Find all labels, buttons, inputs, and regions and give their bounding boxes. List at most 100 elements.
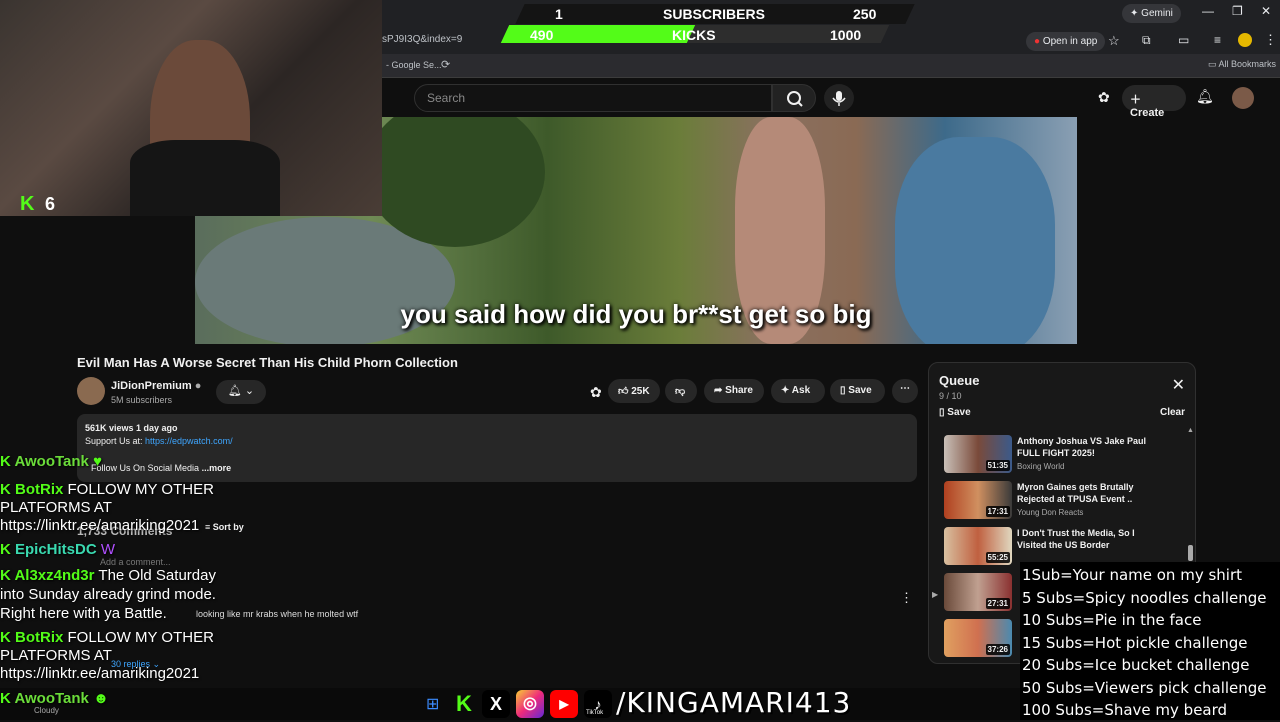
kick-logo-icon: K	[20, 193, 35, 215]
verified-icon: ●	[191, 380, 202, 392]
share-button[interactable]: ➦ Share	[704, 379, 764, 403]
gaming-icon-2[interactable]: ✿	[590, 384, 602, 401]
instagram-icon: ◎	[516, 690, 544, 718]
comment-menu-icon[interactable]: ⋮	[900, 590, 913, 606]
tiktok-label: TikTok	[586, 710, 604, 716]
chat-message-cont: Right here with ya Battle.	[0, 605, 167, 622]
queue-thumbnail: 37:26	[944, 619, 1012, 657]
support-link[interactable]: https://edpwatch.com/	[145, 436, 233, 446]
sub-goal-item: 50 Subs=Viewers pick challenge	[1022, 678, 1267, 697]
plus-icon: ＋	[1130, 94, 1141, 106]
kick-badge-icon: K	[0, 629, 15, 646]
account-avatar[interactable]	[1232, 87, 1254, 109]
sub-goals-list: 1Sub=Your name on my shirt 5 Subs=Spicy …	[1020, 562, 1280, 720]
streamer-shirt	[130, 140, 280, 216]
viewer-count: 6	[45, 194, 56, 214]
chat-message-cont: https://linktr.ee/amariking2021	[0, 517, 200, 534]
kick-badge-icon: K	[0, 690, 15, 707]
maximize-button[interactable]: ❐	[1232, 4, 1243, 18]
chat-message-cont: into Sunday already grind mode.	[0, 586, 216, 603]
kicks-current: 490	[530, 27, 554, 43]
bookmark-star-icon[interactable]: ☆	[1108, 33, 1120, 49]
close-window-button[interactable]: ✕	[1261, 4, 1271, 18]
subscribed-notifications-button[interactable]: 🔔︎ ⌄	[216, 380, 266, 404]
subs-current: 1	[555, 6, 563, 22]
windows-start-icon[interactable]: ⊞	[426, 694, 439, 714]
sparkle-icon: ✦	[781, 385, 792, 396]
profile-avatar[interactable]	[1238, 33, 1252, 47]
media-icon[interactable]: ≡	[1214, 33, 1221, 47]
mic-icon	[832, 91, 846, 106]
dislike-button[interactable]: 👎︎	[665, 379, 697, 403]
ask-button[interactable]: ✦ Ask	[771, 379, 825, 403]
thumbs-down-icon: 👎︎	[675, 386, 686, 397]
support-line: Support Us at: https://edpwatch.com/	[85, 436, 233, 446]
sort-comments-button[interactable]: ≡ Sort by	[205, 522, 244, 532]
channel-subscriber-count: 5M subscribers	[111, 395, 173, 405]
sub-goal-item: 100 Subs=Shave my beard	[1022, 701, 1228, 719]
queue-scrollbar[interactable]	[1188, 545, 1193, 561]
queue-item[interactable]: 17:31 Myron Gaines gets Brutally Rejecte…	[944, 481, 1184, 525]
kicks-label: KICKS	[672, 27, 716, 43]
kick-badge-icon: K	[0, 567, 15, 584]
close-icon[interactable]: ✕	[1172, 375, 1185, 395]
more-actions-button[interactable]: ⋯	[892, 379, 918, 403]
like-button[interactable]: 👍︎ 25K	[608, 379, 660, 403]
youtube-icon: ●	[1034, 36, 1043, 47]
emote-icon: W	[100, 541, 116, 558]
queue-thumbnail: 27:31	[944, 573, 1012, 611]
create-button[interactable]: ＋ Create	[1122, 85, 1186, 119]
sub-goal-item: 1Sub=Your name on my shirt	[1022, 566, 1243, 584]
bookmark-item[interactable]: - Google Se...	[386, 60, 442, 70]
search-input[interactable]: Search	[414, 84, 772, 112]
thumbs-up-icon: 👍︎	[618, 386, 632, 397]
now-playing-icon: ▶	[932, 590, 939, 599]
minimize-button[interactable]: —	[1202, 4, 1214, 18]
gemini-icon: ✦	[1130, 8, 1142, 19]
chat-message-cont: PLATFORMS AT	[0, 647, 112, 664]
notifications-bell-icon[interactable]: 🔔︎	[1196, 88, 1214, 105]
sub-goal-item: 10 Subs=Pie in the face	[1022, 611, 1202, 629]
share-icon: ➦	[714, 385, 726, 396]
chat-message-cont: PLATFORMS AT	[0, 499, 112, 516]
comment-text: looking like mr krabs when he molted wtf	[196, 609, 359, 619]
video-description[interactable]: 561K views 1 day ago Support Us at: http…	[77, 414, 917, 482]
view-stats: 561K views 1 day ago	[85, 423, 178, 433]
youtube-icon: ▶	[550, 690, 578, 718]
queue-position: 9 / 10	[939, 391, 962, 401]
gemini-button[interactable]: ✦ Gemini	[1122, 4, 1181, 23]
show-more-link[interactable]: ...more	[202, 463, 232, 473]
extensions-icon[interactable]: ⧉	[1142, 33, 1151, 48]
kicks-target: 1000	[830, 27, 862, 43]
emote-icon: ☻	[93, 690, 109, 707]
queue-thumbnail: 17:31	[944, 481, 1012, 519]
weather-status: Cloudy	[34, 706, 59, 715]
sub-goal-item: 20 Subs=Ice bucket challenge	[1022, 656, 1250, 674]
address-bar-url[interactable]: sPJ9I3Q&index=9	[382, 34, 462, 45]
open-in-app-button[interactable]: ● Open in app	[1026, 32, 1106, 51]
queue-save-button[interactable]: ▯ Save	[939, 407, 971, 418]
voice-search-button[interactable]	[824, 84, 854, 112]
chat-message-cont: https://linktr.ee/amariking2021	[0, 665, 200, 682]
gaming-icon[interactable]: ✿	[1098, 89, 1110, 106]
browser-menu-icon[interactable]: ⋮	[1264, 32, 1277, 48]
queue-item[interactable]: 51:35 Anthony Joshua VS Jake Paul FULL F…	[944, 435, 1184, 479]
search-icon	[787, 91, 803, 107]
subs-target: 250	[853, 6, 877, 22]
bookmarks-bar	[382, 54, 1280, 78]
channel-avatar[interactable]	[77, 377, 105, 405]
bookmark-refresh-icon[interactable]: ⟳	[441, 58, 450, 71]
all-bookmarks-folder[interactable]: ▭ All Bookmarks	[1208, 59, 1276, 70]
kick-icon: K	[450, 690, 478, 718]
kick-badge-icon: K	[0, 481, 15, 498]
more-horizontal-icon: ⋯	[900, 383, 910, 394]
queue-clear-button[interactable]: Clear	[1160, 407, 1185, 418]
search-button[interactable]	[772, 84, 816, 112]
scroll-up-icon[interactable]: ▲	[1187, 427, 1194, 434]
video-title: Evil Man Has A Worse Secret Than His Chi…	[77, 355, 458, 370]
sub-goal-item: 5 Subs=Spicy noodles challenge	[1022, 588, 1267, 607]
channel-name[interactable]: JiDionPremium ●	[111, 380, 201, 392]
cast-icon[interactable]: ▭	[1178, 33, 1189, 47]
subs-label: SUBSCRIBERS	[663, 6, 765, 22]
save-button[interactable]: ▯ Save	[830, 379, 885, 403]
